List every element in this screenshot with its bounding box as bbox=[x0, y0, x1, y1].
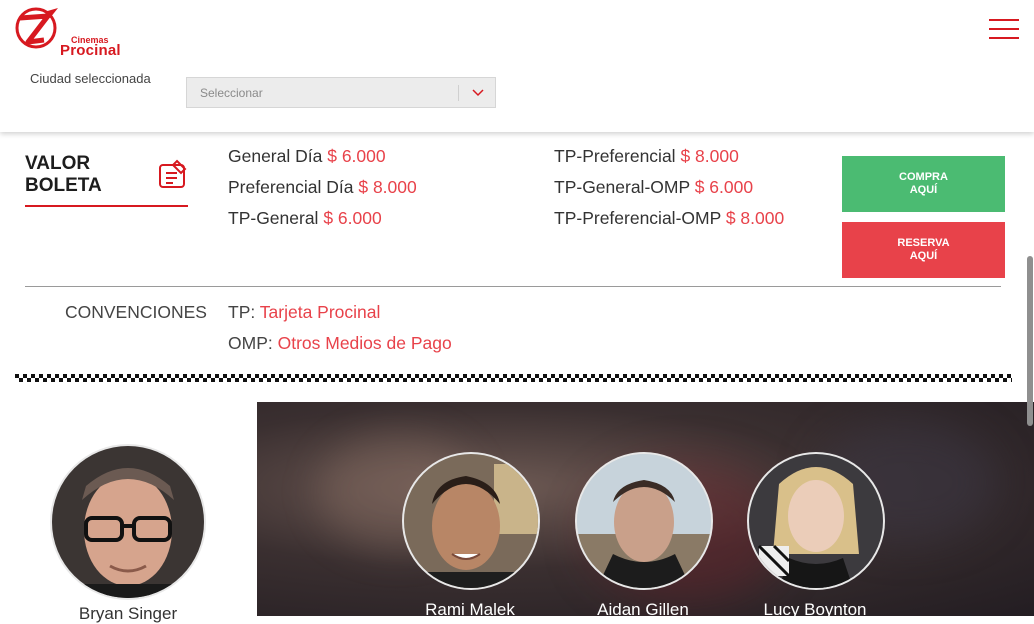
cast-name: Aidan Gillen bbox=[597, 600, 689, 616]
price-row: General Día $ 6.000 bbox=[228, 146, 386, 167]
reserve-line-2: AQUÍ bbox=[909, 250, 938, 262]
buy-button-label: COMPRA AQUÍ bbox=[899, 171, 948, 197]
cast-panel: Rami Malek Aidan Gillen Lucy Boynton bbox=[257, 402, 1034, 616]
reserve-here-button[interactable]: RESERVA AQUÍ bbox=[842, 222, 1005, 278]
page-scrollbar[interactable] bbox=[1027, 256, 1033, 426]
buy-line-1: COMPRA bbox=[899, 171, 948, 183]
cast-photo bbox=[577, 454, 711, 588]
cast-photo bbox=[404, 454, 538, 588]
director-name: Bryan Singer bbox=[78, 604, 178, 623]
cast-photo bbox=[749, 454, 883, 588]
price-label: General Día bbox=[228, 146, 323, 166]
checkered-divider bbox=[15, 374, 1012, 382]
select-separator bbox=[458, 85, 459, 101]
price-row: TP-General-OMP $ 6.000 bbox=[554, 177, 753, 198]
logo-text-big: Procinal bbox=[60, 42, 121, 59]
price-row: Preferencial Día $ 8.000 bbox=[228, 177, 417, 198]
convention-link[interactable]: Otros Medios de Pago bbox=[278, 333, 452, 353]
section-divider bbox=[25, 286, 1001, 287]
title-underline bbox=[25, 205, 188, 207]
title-line-2: BOLETA bbox=[25, 175, 102, 196]
convention-link[interactable]: Tarjeta Procinal bbox=[260, 302, 381, 322]
convention-key: OMP: bbox=[228, 333, 278, 353]
procinal-logo[interactable]: Cinemas Procinal bbox=[14, 6, 124, 59]
price-value: $ 8.000 bbox=[358, 177, 417, 197]
price-label: TP-General-OMP bbox=[554, 177, 690, 197]
convention-item: OMP: Otros Medios de Pago bbox=[228, 333, 452, 354]
price-row: TP-Preferencial-OMP $ 8.000 bbox=[554, 208, 784, 229]
cast-name: Lucy Boynton bbox=[763, 600, 867, 616]
price-label: TP-General bbox=[228, 208, 319, 228]
convention-key: TP: bbox=[228, 302, 260, 322]
price-label: Preferencial Día bbox=[228, 177, 354, 197]
title-line-1: VALOR bbox=[25, 153, 91, 174]
price-value: $ 6.000 bbox=[694, 177, 754, 197]
convention-item: TP: Tarjeta Procinal bbox=[228, 302, 380, 323]
price-label: TP-Preferencial bbox=[554, 146, 676, 166]
price-row: TP-General $ 6.000 bbox=[228, 208, 382, 229]
cast-avatar[interactable] bbox=[575, 452, 713, 590]
cast-avatar[interactable] bbox=[747, 452, 885, 590]
chevron-down-icon bbox=[472, 89, 484, 97]
city-select-value: Seleccionar bbox=[200, 86, 263, 100]
reserve-button-label: RESERVA AQUÍ bbox=[897, 237, 949, 263]
price-value: $ 8.000 bbox=[725, 208, 785, 228]
price-value: $ 6.000 bbox=[323, 208, 382, 228]
hamburger-menu-icon[interactable] bbox=[989, 19, 1019, 40]
director-avatar[interactable] bbox=[50, 444, 206, 600]
director-photo bbox=[52, 446, 204, 598]
buy-line-2: AQUÍ bbox=[909, 184, 938, 196]
ticket-icon bbox=[159, 159, 187, 188]
price-value: $ 8.000 bbox=[680, 146, 739, 166]
price-row: TP-Preferencial $ 8.000 bbox=[554, 146, 739, 167]
cast-name: Rami Malek bbox=[425, 600, 515, 616]
city-label: Ciudad seleccionada bbox=[30, 71, 151, 86]
ticket-price-title: VALOR BOLETA bbox=[25, 153, 102, 197]
buy-here-button[interactable]: COMPRA AQUÍ bbox=[842, 156, 1005, 212]
city-select[interactable]: Seleccionar bbox=[186, 77, 496, 108]
price-label: TP-Preferencial-OMP bbox=[554, 208, 721, 228]
conventions-label: CONVENCIONES bbox=[65, 302, 207, 322]
price-value: $ 6.000 bbox=[327, 146, 386, 166]
cast-avatar[interactable] bbox=[402, 452, 540, 590]
site-header: Cinemas Procinal Ciudad seleccionada Sel… bbox=[0, 0, 1034, 132]
reserve-line-1: RESERVA bbox=[897, 237, 950, 249]
